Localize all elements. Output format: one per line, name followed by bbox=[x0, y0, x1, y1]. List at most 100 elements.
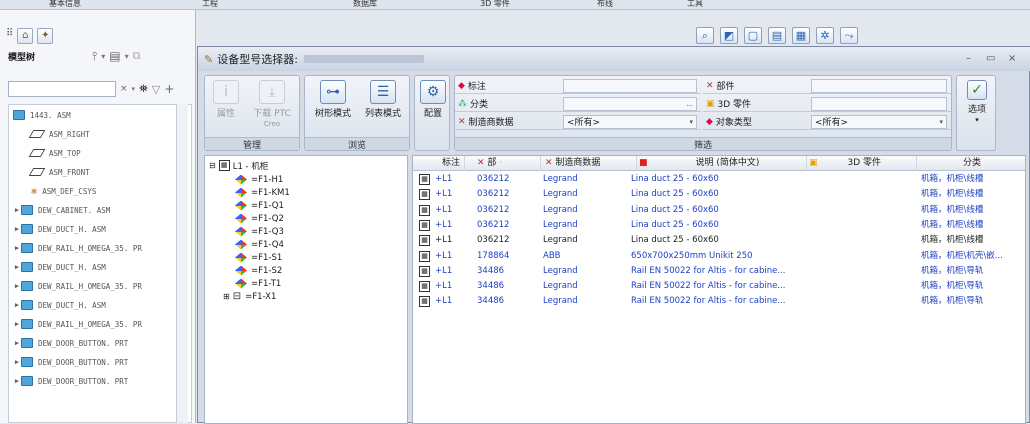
tree-item[interactable]: ⨳ ASM_DEF_CSYS bbox=[31, 183, 96, 199]
tree-node[interactable]: =F1-S1 bbox=[235, 251, 282, 264]
tree-item[interactable]: ▶ DEW_DUCT_H. ASM bbox=[13, 221, 106, 237]
tree-node[interactable]: =F1-Q4 bbox=[235, 238, 284, 251]
tree-item[interactable]: ▶ DEW_DUCT_H. ASM bbox=[13, 259, 106, 275]
table-row[interactable]: ▦ +L1 34486 Legrand Rail EN 50022 for Altis … bbox=[413, 279, 1025, 294]
expand-icon[interactable]: ▶ bbox=[13, 339, 21, 347]
tree-node[interactable]: =F1-Q1 bbox=[235, 199, 284, 212]
tree-scrollbar[interactable] bbox=[176, 104, 188, 423]
tree-node[interactable]: ⊞ ⊟ =F1-X1 bbox=[223, 290, 276, 303]
chevron-down-icon[interactable]: ▾ bbox=[132, 85, 136, 93]
col-category[interactable]: 分类 bbox=[917, 156, 1025, 171]
report-icon[interactable]: ▦ bbox=[792, 27, 810, 44]
show-icon[interactable]: ▤ bbox=[109, 49, 120, 63]
terminal-icon: ⊟ bbox=[232, 291, 242, 302]
col-3d-part[interactable]: ▣ 3D 零件 bbox=[807, 156, 917, 171]
binoculars-icon[interactable]: ⛯ bbox=[139, 82, 148, 96]
menu-project[interactable]: 工程 bbox=[130, 0, 290, 10]
tree-node[interactable]: =F1-Q2 bbox=[235, 212, 284, 225]
col-description[interactable]: ■ 说明 (简体中文) bbox=[637, 156, 807, 171]
maximize-icon[interactable]: ▭ bbox=[986, 53, 995, 64]
close-icon[interactable]: × bbox=[1008, 53, 1016, 64]
expand-icon[interactable]: ▶ bbox=[13, 206, 21, 214]
download-ptc-button[interactable]: ⤓ 下载 PTC Creo bbox=[247, 80, 297, 129]
checkbox-icon: ✓ bbox=[967, 80, 987, 100]
doc-icon[interactable]: ▤ bbox=[768, 27, 786, 44]
layout-icon[interactable]: ⠿ bbox=[6, 28, 13, 44]
expand-icon[interactable]: ▶ bbox=[13, 244, 21, 252]
tree-node[interactable]: =F1-H1 bbox=[235, 173, 283, 186]
tree-item[interactable]: ▶ DEW_DOOR_BUTTON. PRT bbox=[13, 354, 128, 370]
tree-item[interactable]: ▶ DEW_RAIL_H_OMEGA_35. PR bbox=[13, 278, 142, 294]
chevron-down-icon[interactable]: ▾ bbox=[101, 52, 105, 61]
sketch-icon[interactable]: ◩ bbox=[720, 27, 738, 44]
collapse-icon[interactable]: ⊟ bbox=[209, 161, 216, 170]
table-row[interactable]: ▦ +L1 036212 Legrand Lina duct 25 - 60x60 机箱，… bbox=[413, 187, 1025, 202]
expand-icon[interactable]: ⊞ bbox=[223, 292, 230, 301]
expand-icon[interactable]: ▶ bbox=[13, 301, 21, 309]
tree-root-cabinet[interactable]: ⊟ ▦ L1 - 机柜 bbox=[209, 159, 268, 172]
tree-item[interactable]: ▶ DEW_DUCT_H. ASM bbox=[13, 297, 106, 313]
object-type-select[interactable]: <所有> ▾ bbox=[811, 114, 947, 129]
explode-icon[interactable]: ✲ bbox=[816, 27, 834, 44]
menu-tools[interactable]: 工具 bbox=[660, 0, 730, 10]
tree-node[interactable]: =F1-Q3 bbox=[235, 225, 284, 238]
tree-node[interactable]: =F1-T1 bbox=[235, 277, 281, 290]
expand-icon[interactable]: ▶ bbox=[13, 320, 21, 328]
expand-icon[interactable]: ▶ bbox=[13, 263, 21, 271]
menu-database[interactable]: 数据库 bbox=[290, 0, 440, 10]
options-button[interactable]: ✓ 选项 ▾ bbox=[961, 80, 993, 125]
clear-icon[interactable]: × bbox=[120, 84, 128, 94]
tree-item[interactable]: ▶ DEW_RAIL_H_OMEGA_35. PR bbox=[13, 240, 142, 256]
minimize-icon[interactable]: – bbox=[966, 53, 971, 64]
3d-part-filter-field[interactable] bbox=[811, 96, 947, 111]
table-row[interactable]: ▦ +L1 34486 Legrand Rail EN 50022 for Altis … bbox=[413, 294, 1025, 309]
add-icon[interactable]: + bbox=[164, 82, 174, 96]
part-filter-field[interactable] bbox=[811, 78, 947, 93]
tree-item[interactable]: ASM_RIGHT bbox=[28, 126, 90, 142]
cube-icon[interactable]: ▢ bbox=[744, 27, 762, 44]
category-filter-field[interactable]: ... bbox=[563, 96, 697, 111]
col-tag[interactable]: 标注 bbox=[413, 156, 465, 171]
config-button[interactable]: ⚙ 配置 bbox=[417, 80, 449, 119]
tree-item[interactable]: ▶ DEW_DOOR_BUTTON. PRT bbox=[13, 335, 128, 351]
tree-item[interactable]: ASM_TOP bbox=[28, 145, 81, 161]
table-row[interactable]: ▦ +L1 036212 Legrand Lina duct 25 - 60x60 机箱，… bbox=[413, 233, 1025, 248]
expand-icon[interactable]: ▶ bbox=[13, 225, 21, 233]
tree-item[interactable]: ASM_FRONT bbox=[28, 164, 90, 180]
star-icon[interactable]: ✦ bbox=[37, 28, 54, 44]
expand-icon[interactable]: ▶ bbox=[13, 377, 21, 385]
folder-icon[interactable]: ⌂ bbox=[17, 28, 34, 44]
expand-icon[interactable]: ▶ bbox=[13, 282, 21, 290]
table-row[interactable]: ▦ +L1 036212 Legrand Lina duct 25 - 60x60 机箱，… bbox=[413, 172, 1025, 187]
tree-mode-button[interactable]: ⊶ 树形模式 bbox=[309, 80, 357, 119]
table-row[interactable]: ▦ +L1 036212 Legrand Lina duct 25 - 60x60 机箱，… bbox=[413, 203, 1025, 218]
tree-node[interactable]: =F1-KM1 bbox=[235, 186, 290, 199]
3d-part-icon: ▣ bbox=[706, 98, 715, 109]
route-icon[interactable]: ⤳ bbox=[840, 27, 858, 44]
attributes-button[interactable]: i 属性 bbox=[209, 80, 243, 119]
list-mode-button[interactable]: ☰ 列表模式 bbox=[359, 80, 407, 119]
tree-node[interactable]: =F1-S2 bbox=[235, 264, 282, 277]
expand-icon[interactable]: ▶ bbox=[13, 358, 21, 366]
chevron-down-icon[interactable]: ▾ bbox=[125, 52, 129, 61]
tree-item[interactable]: ▶ DEW_CABINET. ASM bbox=[13, 202, 110, 218]
table-row[interactable]: ▦ +L1 036212 Legrand Lina duct 25 - 60x60 机箱，… bbox=[413, 218, 1025, 233]
col-manufacturer[interactable]: ✕ 制造商数据 bbox=[541, 156, 637, 171]
filter-tree-icon[interactable]: ⧉ bbox=[133, 49, 141, 63]
menu-basic-info[interactable]: 基本信息 bbox=[0, 0, 130, 10]
zoom-icon[interactable]: ⌕ bbox=[696, 27, 714, 44]
dialog-titlebar[interactable]: ✎ 设备型号选择器: – ▭ × bbox=[198, 47, 1030, 71]
table-row[interactable]: ▦ +L1 178864 ABB 650x700x250mm Unikit 250 机箱，… bbox=[413, 249, 1025, 264]
filter-icon[interactable]: ▽ bbox=[152, 83, 160, 96]
menu-3d-parts[interactable]: 3D 零件 bbox=[440, 0, 550, 10]
tag-filter-field[interactable] bbox=[563, 78, 697, 93]
tree-settings-icon[interactable]: ⫯ bbox=[92, 49, 97, 64]
menu-routing[interactable]: 布线 bbox=[550, 0, 660, 10]
col-part[interactable]: ✕ 部 · bbox=[465, 156, 541, 171]
search-input[interactable] bbox=[8, 81, 116, 97]
tree-item[interactable]: ▶ DEW_RAIL_H_OMEGA_35. PR bbox=[13, 316, 142, 332]
tree-item[interactable]: ▶ DEW_DOOR_BUTTON. PRT bbox=[13, 373, 128, 389]
tree-item-root[interactable]: 1443. ASM bbox=[13, 107, 71, 123]
manufacturer-select[interactable]: <所有> ▾ bbox=[563, 114, 697, 129]
table-row[interactable]: ▦ +L1 34486 Legrand Rail EN 50022 for Altis … bbox=[413, 264, 1025, 279]
